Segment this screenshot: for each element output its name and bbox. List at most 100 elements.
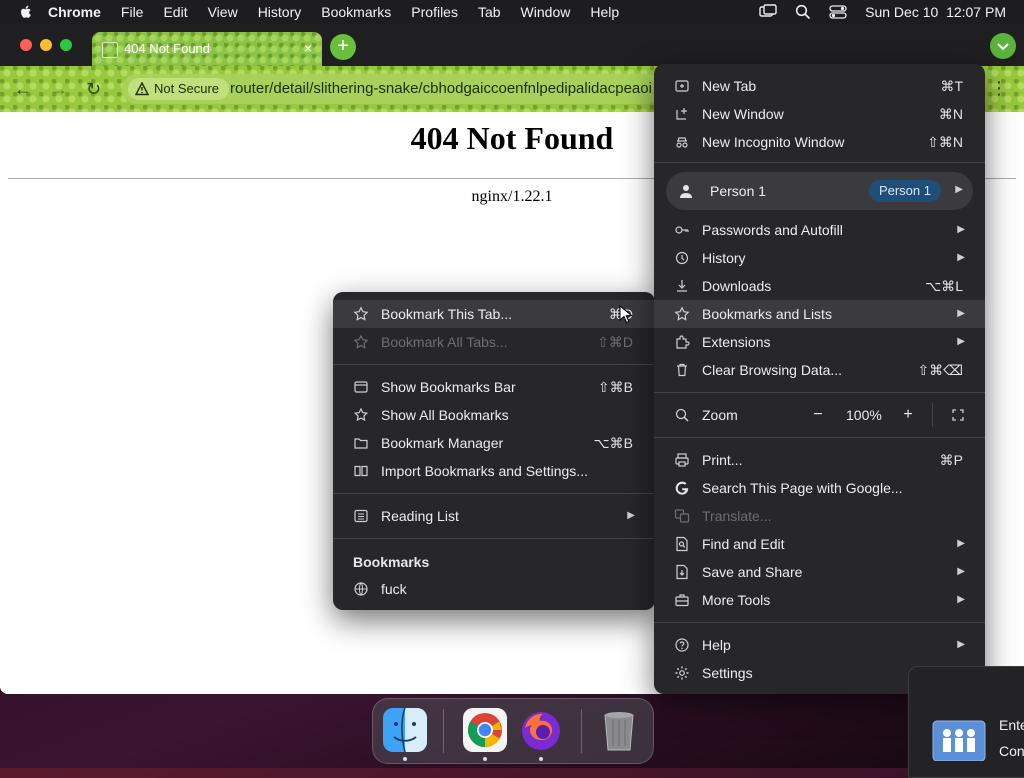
new-tab-button[interactable]: +: [330, 34, 356, 60]
menu-separator: [333, 538, 655, 539]
notification-banner[interactable]: Ente Con: [908, 666, 1024, 778]
toolbox-icon: [675, 594, 689, 607]
profile-person-1-item[interactable]: Person 1 Person 1 ▶: [666, 172, 973, 210]
printer-icon: [675, 453, 689, 467]
bookmark-manager-item[interactable]: Bookmark Manager ⌥⌘B: [333, 429, 655, 457]
forward-arrow-icon[interactable]: →: [50, 79, 68, 100]
bookmark-this-tab-item[interactable]: Bookmark This Tab... ⌘D: [333, 300, 655, 328]
submenu-arrow-icon: ▶: [957, 639, 965, 650]
zoom-window-button[interactable]: [60, 39, 72, 51]
help-item[interactable]: Help ▶: [654, 631, 985, 659]
screen-mirroring-icon[interactable]: [759, 4, 777, 20]
zoom-label: Zoom: [702, 407, 738, 423]
menubar-app-name[interactable]: Chrome: [48, 4, 101, 20]
extensions-item[interactable]: Extensions ▶: [654, 328, 985, 356]
menubar-bookmarks[interactable]: Bookmarks: [321, 4, 391, 20]
bookmark-entry-label: fuck: [381, 581, 407, 597]
menubar-history[interactable]: History: [258, 4, 302, 20]
passwords-autofill-label: Passwords and Autofill: [702, 222, 843, 238]
show-bookmarks-bar-item[interactable]: Show Bookmarks Bar ⇧⌘B: [333, 373, 655, 401]
new-window-shortcut: ⌘N: [938, 106, 963, 122]
clear-browsing-data-item[interactable]: Clear Browsing Data... ⇧⌘⌫: [654, 356, 985, 384]
spotlight-search-icon[interactable]: [795, 4, 811, 20]
search-page-google-label: Search This Page with Google...: [702, 480, 903, 496]
page-favicon-icon: [102, 42, 118, 58]
save-and-share-item[interactable]: Save and Share ▶: [654, 558, 985, 586]
reading-list-item[interactable]: Reading List ▶: [333, 502, 655, 530]
tab-search-button[interactable]: [990, 33, 1016, 59]
zoom-in-button[interactable]: +: [894, 401, 922, 429]
close-window-button[interactable]: [20, 39, 32, 51]
print-label: Print...: [702, 452, 743, 468]
minimize-window-button[interactable]: [40, 39, 52, 51]
show-all-bookmarks-item[interactable]: Show All Bookmarks: [333, 401, 655, 429]
chrome-menu-kebab-icon[interactable]: ⋮: [990, 78, 1008, 99]
submenu-arrow-icon: ▶: [957, 566, 965, 577]
zoom-out-button[interactable]: −: [804, 401, 832, 429]
menubar-profiles[interactable]: Profiles: [411, 4, 458, 20]
menubar-help[interactable]: Help: [590, 4, 619, 20]
download-icon: [677, 280, 687, 292]
print-item[interactable]: Print... ⌘P: [654, 446, 985, 474]
firefox-dock-icon[interactable]: [517, 706, 565, 754]
bookmark-all-tabs-item[interactable]: Bookmark All Tabs... ⇧⌘D: [333, 328, 655, 356]
new-window-item[interactable]: New Window ⌘N: [654, 100, 985, 128]
chrome-running-indicator: [483, 757, 487, 761]
chrome-dock-icon[interactable]: [461, 706, 509, 754]
notification-body: Con: [999, 743, 1024, 759]
show-all-bookmarks-label: Show All Bookmarks: [381, 407, 509, 423]
fullscreen-button[interactable]: [944, 401, 972, 429]
menubar-view[interactable]: View: [208, 4, 238, 20]
google-g-icon: [675, 481, 689, 495]
passwords-autofill-item[interactable]: Passwords and Autofill ▶: [654, 216, 985, 244]
menu-separator: [654, 622, 985, 623]
downloads-shortcut: ⌥⌘L: [925, 278, 963, 294]
clear-browsing-data-shortcut: ⇧⌘⌫: [917, 362, 963, 378]
menubar-edit[interactable]: Edit: [163, 4, 187, 20]
finder-dock-icon[interactable]: [381, 706, 429, 754]
folder-icon: [354, 438, 368, 449]
tab-close-icon[interactable]: ×: [304, 40, 312, 56]
menubar-tab[interactable]: Tab: [478, 4, 501, 20]
bookmarks-and-lists-item[interactable]: Bookmarks and Lists ▶: [654, 300, 985, 328]
macos-dock: [372, 698, 654, 764]
new-incognito-window-item[interactable]: New Incognito Window ⇧⌘N: [654, 128, 985, 156]
history-clock-icon: [675, 251, 689, 265]
downloads-item[interactable]: Downloads ⌥⌘L: [654, 272, 985, 300]
new-tab-item[interactable]: New Tab ⌘T: [654, 72, 985, 100]
window-icon: [354, 381, 368, 393]
submenu-arrow-icon: ▶: [957, 594, 965, 605]
menu-separator: [654, 392, 985, 393]
magnifier-icon: [675, 408, 689, 422]
bookmark-entry-item[interactable]: fuck: [333, 575, 655, 603]
translate-item[interactable]: Translate...: [654, 502, 985, 530]
submenu-arrow-icon: ▶: [957, 224, 965, 235]
reload-icon[interactable]: ↻: [86, 79, 101, 100]
control-center-icon[interactable]: [829, 4, 847, 20]
downloads-label: Downloads: [702, 278, 772, 294]
not-secure-chip[interactable]: Not Secure: [128, 78, 230, 100]
bookmark-manager-label: Bookmark Manager: [381, 435, 504, 451]
bookmarks-section-title: Bookmarks: [353, 554, 430, 570]
tab-404-not-found[interactable]: 404 Not Found ×: [92, 32, 322, 66]
search-page-google-item[interactable]: Search This Page with Google...: [654, 474, 985, 502]
back-arrow-icon[interactable]: ←: [14, 79, 32, 100]
print-shortcut: ⌘P: [939, 452, 963, 468]
trash-dock-icon[interactable]: [595, 706, 643, 754]
apple-logo-icon[interactable]: [18, 4, 34, 20]
more-tools-item[interactable]: More Tools ▶: [654, 586, 985, 614]
menubar-clock[interactable]: Sun Dec 10 12:07 PM: [865, 4, 1006, 20]
notification-title: Ente: [999, 717, 1024, 733]
menubar-file[interactable]: File: [121, 4, 144, 20]
import-bookmarks-item[interactable]: Import Bookmarks and Settings...: [333, 457, 655, 485]
menubar-window[interactable]: Window: [521, 4, 571, 20]
find-and-edit-item[interactable]: Find and Edit ▶: [654, 530, 985, 558]
url-text[interactable]: router/detail/slithering-snake/cbhodgaic…: [230, 80, 652, 97]
book-icon: [354, 465, 368, 477]
history-item[interactable]: History ▶: [654, 244, 985, 272]
find-in-page-icon: [676, 536, 688, 552]
history-label: History: [702, 250, 746, 266]
macos-menubar: Chrome File Edit View History Bookmarks …: [0, 0, 1024, 24]
address-bar[interactable]: Not Secure router/detail/slithering-snak…: [122, 74, 662, 104]
show-bookmarks-bar-label: Show Bookmarks Bar: [381, 379, 516, 395]
